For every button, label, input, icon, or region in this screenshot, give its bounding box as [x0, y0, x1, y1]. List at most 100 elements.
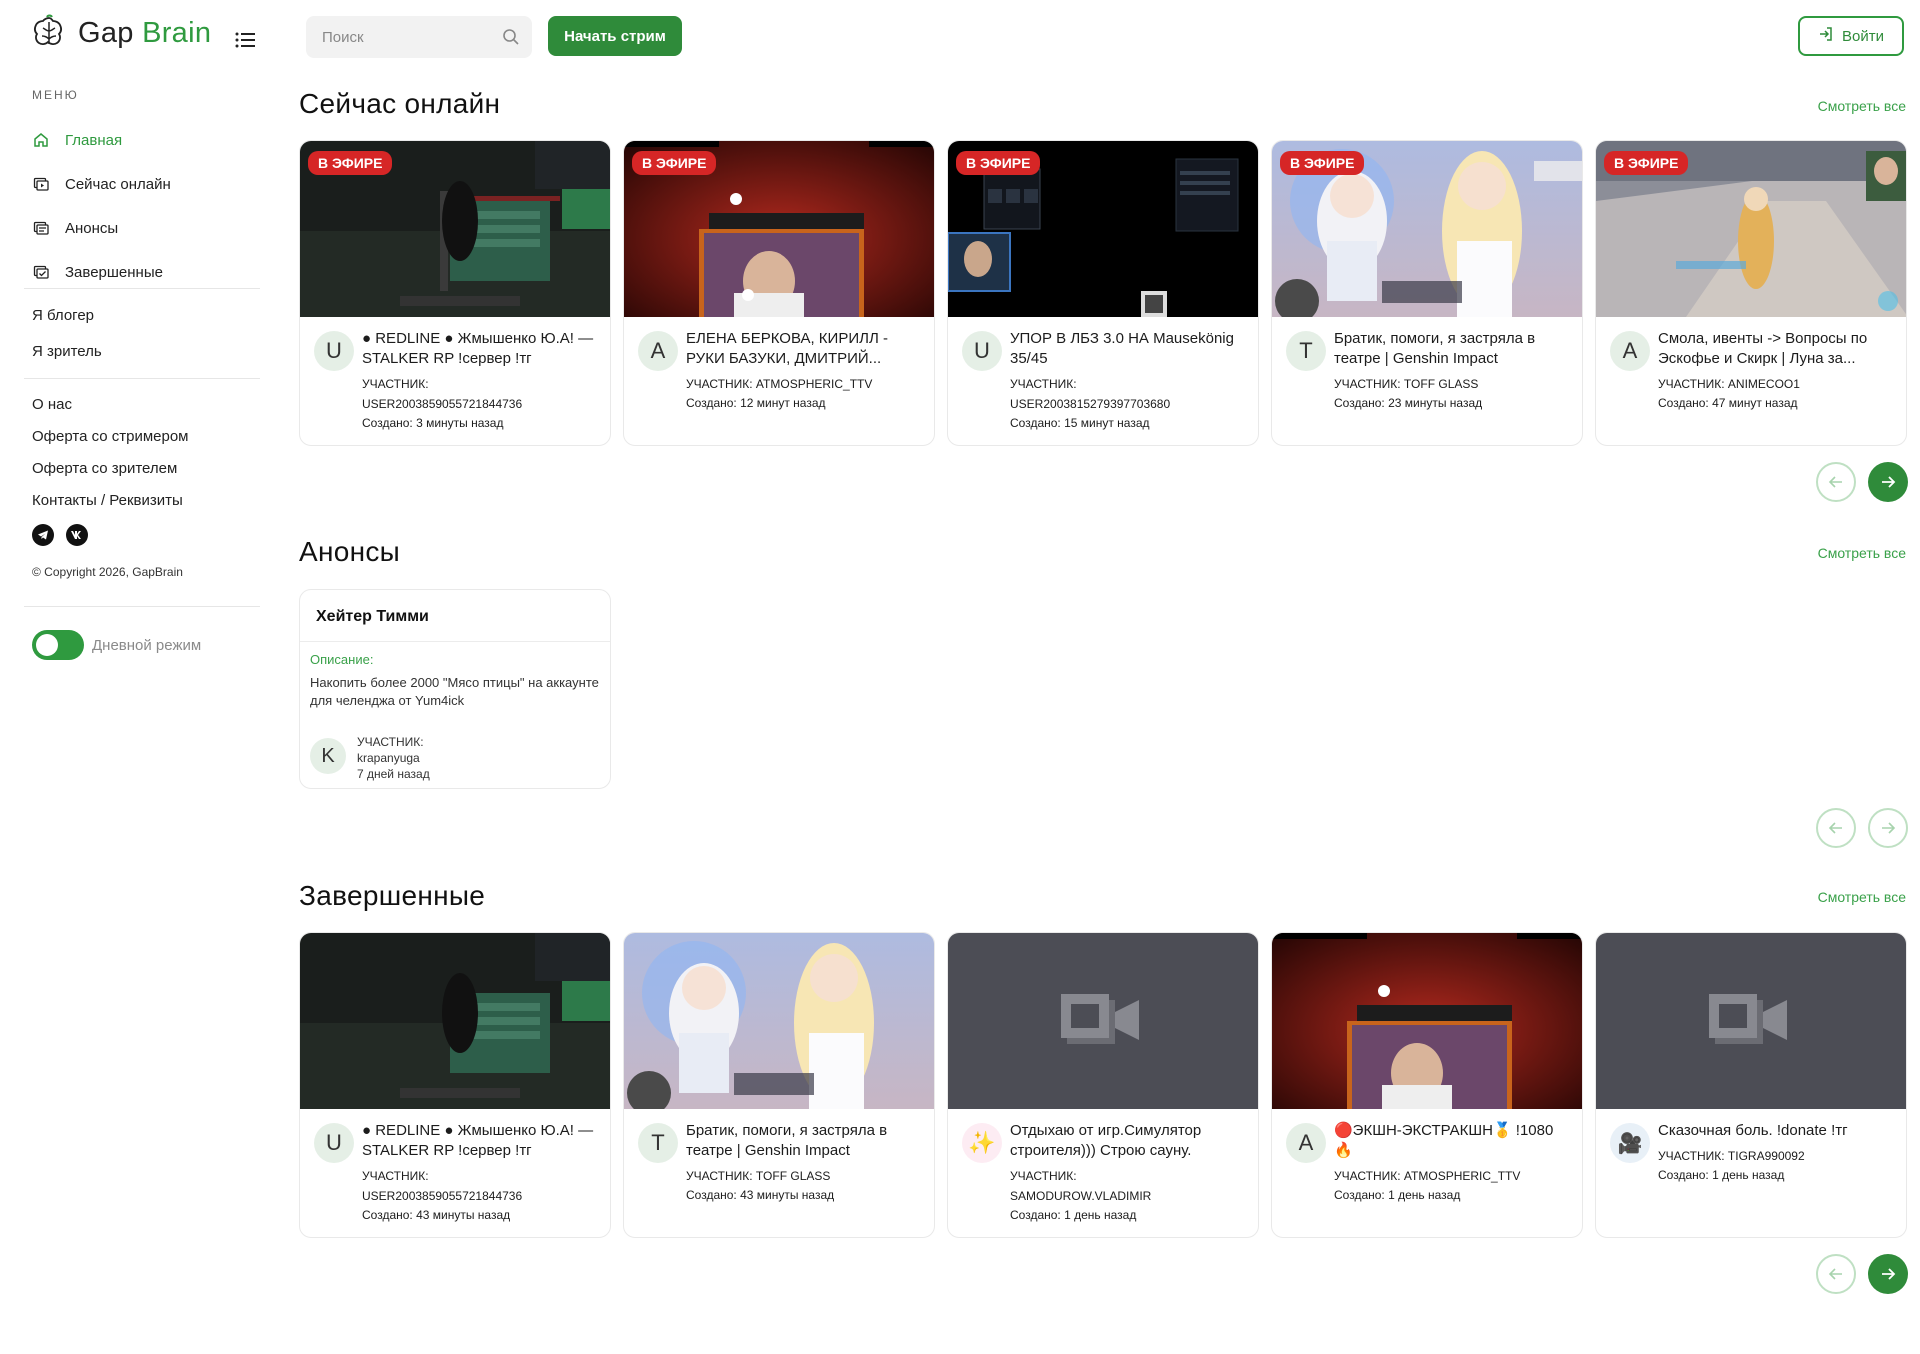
- anons-see-all-link[interactable]: Смотреть все: [1818, 545, 1906, 561]
- login-button[interactable]: Войти: [1798, 16, 1904, 56]
- avatar: A: [638, 331, 678, 371]
- arrow-left-icon: [1828, 476, 1842, 488]
- avatar: U: [314, 331, 354, 371]
- anons-time: 7 дней назад: [357, 767, 430, 781]
- stream-card[interactable]: В ЭФИРЕ A ЕЛЕНА БЕРКОВА, КИРИЛЛ - РУКИ Б…: [623, 140, 935, 446]
- participant-line: УЧАСТНИК: TOFF GLASS: [1334, 377, 1479, 391]
- stream-card[interactable]: A 🔴ЭКШН-ЭКСТРАКШН🥇 !1080 🔥 УЧАСТНИК: ATM…: [1271, 932, 1583, 1238]
- stream-card[interactable]: U ● REDLINE ● Жмышенко Ю.А! — STALKER RP…: [299, 932, 611, 1238]
- created-time: Создано: 1 день назад: [1010, 1208, 1137, 1222]
- created-time: Создано: 43 минуты назад: [362, 1208, 511, 1222]
- stream-thumbnail: [1272, 933, 1582, 1109]
- stream-thumbnail: В ЭФИРЕ: [1272, 141, 1582, 317]
- toggle-knob: [36, 634, 58, 656]
- created-time: Создано: 3 минуты назад: [362, 416, 504, 430]
- stream-title: Отдыхаю от игр.Симулятор строителя))) Ст…: [1010, 1122, 1202, 1159]
- live-badge: В ЭФИРЕ: [1280, 151, 1365, 175]
- stream-card[interactable]: 🎥 Сказочная боль. !donate !тг УЧАСТНИК: …: [1595, 932, 1907, 1238]
- stream-thumbnail: В ЭФИРЕ: [300, 141, 610, 317]
- socials: [32, 524, 88, 546]
- online-see-all-link[interactable]: Смотреть все: [1818, 98, 1906, 114]
- anons-carousel-nav: [1816, 808, 1908, 848]
- link-contacts[interactable]: Контакты / Реквизиты: [32, 492, 183, 509]
- theme-toggle[interactable]: [32, 630, 84, 660]
- vk-icon[interactable]: [66, 524, 88, 546]
- stream-thumbnail: В ЭФИРЕ: [1596, 141, 1906, 317]
- stream-title: ● REDLINE ● Жмышенко Ю.А! — STALKER RP !…: [362, 1122, 594, 1159]
- participant-label: УЧАСТНИК:: [357, 735, 424, 749]
- arrow-left-icon: [1828, 822, 1842, 834]
- avatar: ✨: [962, 1123, 1002, 1163]
- stream-card[interactable]: В ЭФИРЕ A Смола, ивенты -> Вопросы по Эс…: [1595, 140, 1907, 446]
- stream-card[interactable]: В ЭФИРЕ U УПОР В ЛБЗ 3.0 НА Mausekönig 3…: [947, 140, 1259, 446]
- live-badge: В ЭФИРЕ: [1604, 151, 1689, 175]
- prev-arrow-button[interactable]: [1816, 462, 1856, 502]
- participant-label: УЧАСТНИК:: [362, 1169, 429, 1183]
- prev-arrow-button[interactable]: [1816, 1254, 1856, 1294]
- stream-title: Сказочная боль. !donate !тг: [1658, 1122, 1848, 1139]
- stream-title: 🔴ЭКШН-ЭКСТРАКШН🥇 !1080 🔥: [1334, 1122, 1554, 1159]
- finished-icon: [32, 263, 50, 281]
- menu-list-icon[interactable]: [234, 31, 256, 49]
- participant-name: SAMODUROW.VLADIMIR: [1010, 1189, 1152, 1203]
- link-viewer[interactable]: Я зритель: [32, 343, 102, 360]
- created-time: Создано: 47 минут назад: [1658, 396, 1798, 410]
- theme-label: Дневной режим: [92, 636, 202, 654]
- next-arrow-button[interactable]: [1868, 1254, 1908, 1294]
- participant-name: USER2003859055721844736: [362, 397, 523, 411]
- login-icon: [1818, 26, 1834, 46]
- anons-card[interactable]: Хейтер Тимми Описание: Накопить более 20…: [299, 589, 611, 789]
- next-arrow-button[interactable]: [1868, 462, 1908, 502]
- home-icon: [32, 131, 50, 149]
- created-time: Создано: 23 минуты назад: [1334, 396, 1483, 410]
- theme-switch-row: Дневной режим: [32, 630, 201, 660]
- divider: [24, 288, 260, 289]
- live-badge: В ЭФИРЕ: [956, 151, 1041, 175]
- link-about[interactable]: О нас: [32, 396, 72, 413]
- nav-item-online[interactable]: Сейчас онлайн: [32, 162, 260, 206]
- stream-card[interactable]: В ЭФИРЕ T Братик, помоги, я застряла в т…: [1271, 140, 1583, 446]
- participant-line: УЧАСТНИК: TIGRA990092: [1658, 1149, 1805, 1163]
- menu-caption: МЕНЮ: [32, 88, 79, 102]
- logo[interactable]: Gap Brain: [30, 14, 211, 52]
- link-blogger[interactable]: Я блогер: [32, 307, 94, 324]
- avatar: U: [314, 1123, 354, 1163]
- anons-section-title: Анонсы: [299, 536, 401, 567]
- nav-item-anons[interactable]: Анонсы: [32, 206, 260, 250]
- stream-title: ● REDLINE ● Жмышенко Ю.А! — STALKER RP !…: [362, 330, 594, 367]
- finished-carousel-nav: [1816, 1254, 1908, 1294]
- participant-label: УЧАСТНИК:: [362, 377, 429, 391]
- anons-title: Хейтер Тимми: [300, 590, 610, 642]
- stream-card[interactable]: T Братик, помоги, я застряла в театре | …: [623, 932, 935, 1238]
- arrow-right-icon: [1882, 476, 1896, 488]
- stream-card[interactable]: ✨ Отдыхаю от игр.Симулятор строителя))) …: [947, 932, 1259, 1238]
- next-arrow-button[interactable]: [1868, 808, 1908, 848]
- avatar: A: [1610, 331, 1650, 371]
- finished-see-all-link[interactable]: Смотреть все: [1818, 889, 1906, 905]
- participant-line: УЧАСТНИК: TOFF GLASS: [686, 1169, 831, 1183]
- sidebar: Gap Brain МЕНЮ Главная Сейчас онлайн Ано…: [0, 0, 270, 1354]
- prev-arrow-button[interactable]: [1816, 808, 1856, 848]
- anons-desc-label: Описание:: [310, 652, 374, 667]
- live-badge: В ЭФИРЕ: [308, 151, 393, 175]
- link-offer-viewer[interactable]: Оферта со зрителем: [32, 460, 177, 477]
- avatar: T: [638, 1123, 678, 1163]
- telegram-icon[interactable]: [32, 524, 54, 546]
- avatar: T: [1286, 331, 1326, 371]
- stream-title: ЕЛЕНА БЕРКОВА, КИРИЛЛ - РУКИ БАЗУКИ, ДМИ…: [686, 330, 888, 367]
- start-stream-button[interactable]: Начать стрим: [548, 16, 682, 56]
- nav-item-home[interactable]: Главная: [32, 118, 260, 162]
- brand-name: Gap Brain: [78, 16, 212, 49]
- search-icon[interactable]: [502, 28, 520, 46]
- participant-label: УЧАСТНИК:: [1010, 377, 1077, 391]
- avatar: K: [310, 738, 346, 774]
- search-input[interactable]: [306, 16, 532, 58]
- stream-card[interactable]: В ЭФИРЕ U ● REDLINE ● Жмышенко Ю.А! — ST…: [299, 140, 611, 446]
- created-time: Создано: 12 минут назад: [686, 396, 826, 410]
- participant-line: УЧАСТНИК: ATMOSPHERIC_TTV: [1334, 1169, 1521, 1183]
- participant-name: krapanyuga: [357, 751, 420, 765]
- link-offer-streamer[interactable]: Оферта со стримером: [32, 428, 189, 445]
- stream-title: Смола, ивенты -> Вопросы по Эскофье и Ск…: [1658, 330, 1868, 367]
- arrow-left-icon: [1828, 1268, 1842, 1280]
- avatar: A: [1286, 1123, 1326, 1163]
